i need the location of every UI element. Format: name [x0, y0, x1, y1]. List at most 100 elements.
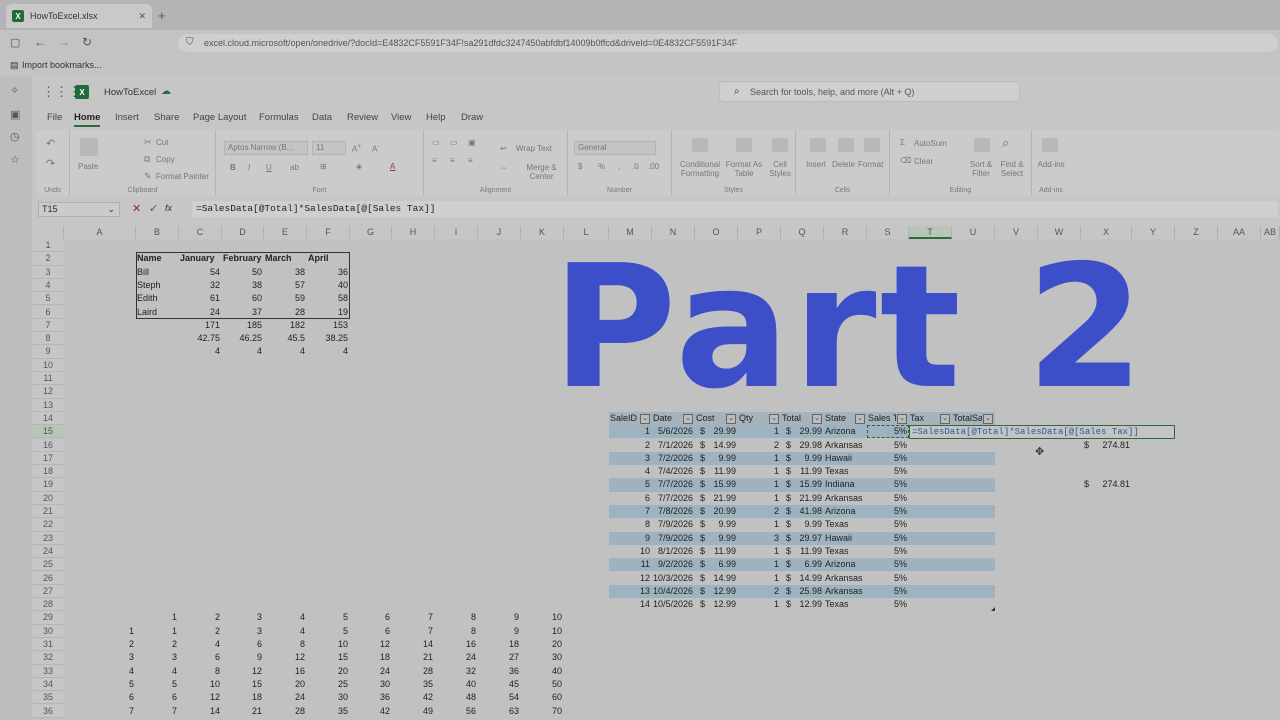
history-icon[interactable]: ◷ [10, 130, 20, 143]
row-header-32[interactable]: 32 [32, 651, 64, 665]
sale-id[interactable]: 5 [610, 478, 650, 491]
mult-cell[interactable]: 36 [479, 665, 519, 678]
mult-cell[interactable]: 1 [137, 625, 177, 638]
delete-cells-button[interactable]: Delete [832, 160, 855, 169]
import-bookmarks-link[interactable]: Import bookmarks... [22, 60, 102, 70]
row-header-6[interactable]: 6 [32, 305, 64, 319]
sale-state[interactable]: Texas [825, 598, 865, 611]
format-as-table-icon[interactable] [736, 138, 752, 152]
sale-tax-rate[interactable]: 5% [868, 598, 907, 611]
mult-cell[interactable]: 8 [180, 665, 220, 678]
tab-home[interactable]: Home [74, 112, 100, 123]
sale-cost[interactable]: 12.99 [696, 585, 736, 598]
mult-cell[interactable]: 16 [436, 638, 476, 651]
cell-styles-button[interactable]: Cell Styles [766, 160, 794, 178]
small-table-value[interactable]: 40 [308, 279, 348, 292]
tab-file[interactable]: File [47, 112, 62, 123]
sale-date[interactable]: 7/4/2026 [653, 465, 693, 478]
cell-styles-icon[interactable] [772, 138, 788, 152]
mult-header[interactable]: 9 [479, 611, 519, 624]
small-table-header[interactable]: Name [137, 252, 177, 265]
sale-cost[interactable]: 6.99 [696, 558, 736, 571]
tab-review[interactable]: Review [347, 112, 378, 123]
sale-tax-rate[interactable]: 5% [868, 439, 907, 452]
paste-icon[interactable] [80, 138, 98, 156]
sale-date[interactable]: 7/1/2026 [653, 439, 693, 452]
sale-total[interactable]: 29.98 [782, 439, 822, 452]
mult-cell[interactable]: 6 [223, 638, 262, 651]
mult-cell[interactable]: 2 [180, 625, 220, 638]
sale-qty[interactable]: 1 [739, 598, 779, 611]
sale-qty[interactable]: 1 [739, 545, 779, 558]
column-header-b[interactable]: B [136, 226, 179, 239]
row-header-29[interactable]: 29 [32, 611, 64, 625]
mult-cell[interactable]: 30 [308, 691, 348, 704]
addins-icon[interactable] [1042, 138, 1058, 152]
row-header-18[interactable]: 18 [32, 465, 64, 479]
small-table-avg-row[interactable]: 38.25 [308, 332, 348, 345]
format-painter-icon[interactable]: ✎ [144, 172, 152, 181]
delete-cells-icon[interactable] [838, 138, 854, 152]
align-left-icon[interactable]: ≡ [432, 156, 437, 165]
sale-cost[interactable]: 9.99 [696, 452, 736, 465]
sale-total[interactable]: 41.98 [782, 505, 822, 518]
sale-id[interactable]: 8 [610, 518, 650, 531]
mult-cell[interactable]: 9 [223, 651, 262, 664]
row-header-4[interactable]: 4 [32, 278, 64, 293]
sale-id[interactable]: 10 [610, 545, 650, 558]
sale-tax-rate[interactable]: 5% [868, 585, 907, 598]
mult-cell[interactable]: 3 [137, 651, 177, 664]
mult-cell[interactable]: 14 [393, 638, 433, 651]
small-table-value[interactable]: 59 [265, 292, 305, 305]
mult-cell[interactable]: 4 [265, 625, 305, 638]
sale-cost[interactable]: 11.99 [696, 465, 736, 478]
bold-icon[interactable]: B [230, 163, 236, 172]
clear-icon[interactable]: ⌫ [900, 156, 911, 165]
column-header-e[interactable]: E [264, 226, 307, 239]
small-table-header[interactable]: February [223, 252, 262, 265]
sale-total[interactable]: 6.99 [782, 558, 822, 571]
mult-cell[interactable]: 45 [479, 678, 519, 691]
mult-cell[interactable]: 10 [522, 625, 562, 638]
number-format-select[interactable]: General [574, 141, 656, 155]
mult-cell[interactable]: 40 [522, 665, 562, 678]
mult-cell[interactable]: 5 [308, 625, 348, 638]
row-header-11[interactable]: 11 [32, 372, 64, 386]
sale-qty[interactable]: 1 [739, 478, 779, 491]
mult-cell[interactable]: 10 [180, 678, 220, 691]
mult-cell[interactable]: 10 [308, 638, 348, 651]
sale-qty[interactable]: 2 [739, 585, 779, 598]
small-table-sum-row[interactable]: 171 [180, 319, 220, 332]
mult-cell[interactable]: 35 [308, 705, 348, 718]
sale-cost[interactable]: 14.99 [696, 572, 736, 585]
align-middle-icon[interactable]: ▭ [450, 138, 458, 147]
small-table-name[interactable]: Steph [137, 279, 177, 292]
sale-id[interactable]: 12 [610, 572, 650, 585]
find-select-button[interactable]: Find & Select [996, 160, 1028, 178]
mult-cell[interactable]: 28 [265, 705, 305, 718]
align-right-icon[interactable]: ≡ [468, 156, 473, 165]
insert-function-icon[interactable]: fx [165, 203, 172, 213]
mult-cell[interactable]: 21 [393, 651, 433, 664]
small-table-value[interactable]: 60 [223, 292, 262, 305]
merge-center-button[interactable]: Merge & Center [516, 163, 567, 181]
sale-total[interactable]: 9.99 [782, 452, 822, 465]
small-table-value[interactable]: 58 [308, 292, 348, 305]
small-table-count-row[interactable]: 4 [265, 345, 305, 358]
small-table-count-row[interactable]: 4 [308, 345, 348, 358]
mult-cell[interactable]: 20 [308, 665, 348, 678]
mult-header[interactable]: 8 [436, 611, 476, 624]
conditional-formatting-button[interactable]: Conditional Formatting [678, 160, 722, 178]
tab-draw[interactable]: Draw [461, 112, 483, 123]
mult-cell[interactable]: 2 [65, 638, 134, 651]
sale-total[interactable]: 15.99 [782, 478, 822, 491]
tab-help[interactable]: Help [426, 112, 446, 123]
sale-date[interactable]: 10/5/2026 [653, 598, 693, 611]
mult-cell[interactable]: 5 [65, 678, 134, 691]
row-header-16[interactable]: 16 [32, 438, 64, 452]
mult-header[interactable]: 2 [180, 611, 220, 624]
sale-cost[interactable]: 20.99 [696, 505, 736, 518]
small-table-value[interactable]: 50 [223, 266, 262, 279]
column-header-i[interactable]: I [435, 226, 478, 239]
sale-state[interactable]: Hawaii [825, 452, 865, 465]
